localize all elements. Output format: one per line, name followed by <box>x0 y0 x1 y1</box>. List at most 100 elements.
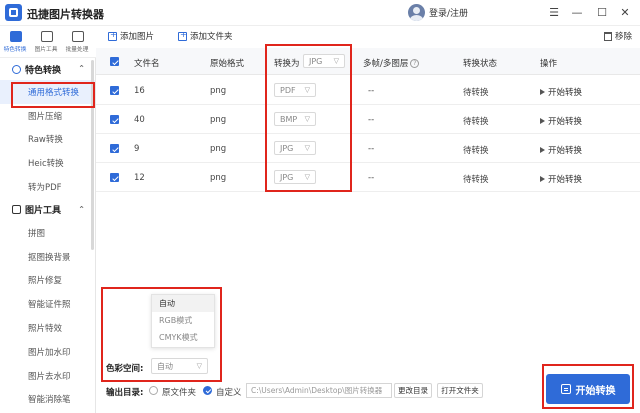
sidebar-item-add-watermark[interactable]: 图片加水印 <box>0 340 95 364</box>
play-icon <box>540 89 545 95</box>
header-status: 转换状态 <box>463 59 498 69</box>
rail-item-batch[interactable]: 批量处理 <box>62 26 93 58</box>
sidebar-item-heic[interactable]: Heic转换 <box>0 151 95 175</box>
header-multi-frame: 多帧/多图层? <box>363 57 420 69</box>
table-row[interactable]: 16 png PDF ▽ -- 待转换 开始转换 <box>96 76 640 105</box>
row-checkbox[interactable] <box>110 144 119 153</box>
section-label: 图片工具 <box>25 206 62 217</box>
tools-icon <box>12 205 21 215</box>
table-row[interactable]: 40 png BMP ▽ -- 待转换 开始转换 <box>96 105 640 134</box>
sidebar-item-effects[interactable]: 照片特效 <box>0 316 95 340</box>
row-filename: 40 <box>134 115 145 125</box>
header-filename[interactable]: 文件名 <box>134 57 160 69</box>
login-area[interactable]: 登录/注册 <box>408 4 468 21</box>
menu-icon[interactable]: ☰ <box>545 4 563 21</box>
sidebar-item-collage[interactable]: 拼图 <box>0 221 95 245</box>
app-logo-icon <box>5 4 22 21</box>
header-action: 操作 <box>540 59 558 69</box>
row-checkbox[interactable] <box>110 173 119 182</box>
rail-label: 特色转换 <box>4 46 27 53</box>
sidebar-item-pdf[interactable]: 转为PDF <box>0 175 95 199</box>
output-path-input[interactable]: C:\Users\Admin\Desktop\图片转换器 <box>246 383 392 398</box>
highlight-box-start-button <box>542 364 634 409</box>
rail-item-tools[interactable]: 图片工具 <box>31 26 62 58</box>
multi-frame-label: 多帧/多图层 <box>363 59 409 69</box>
header-orig-format: 原始格式 <box>210 59 245 69</box>
sidebar-section-tools[interactable]: 图片工具 ⌃ <box>0 199 95 221</box>
trash-icon <box>604 31 612 41</box>
remove-label: 移除 <box>615 32 633 42</box>
section-label: 特色转换 <box>25 65 62 76</box>
sidebar-item-raw[interactable]: Raw转换 <box>0 128 95 152</box>
sidebar-item-id-photo[interactable]: 智能证件照 <box>0 292 95 316</box>
batch-icon <box>71 31 84 42</box>
row-start-button[interactable]: 开始转换 <box>540 144 582 156</box>
row-start-label: 开始转换 <box>548 146 583 156</box>
sidebar-item-eraser[interactable]: 智能消除笔 <box>0 388 95 412</box>
change-dir-button[interactable]: 更改目录 <box>394 383 432 398</box>
featured-icon <box>12 64 21 74</box>
rail-item-featured[interactable]: 特色转换 <box>0 26 31 58</box>
row-status: 待转换 <box>463 146 489 156</box>
open-folder-button[interactable]: 打开文件夹 <box>437 383 483 398</box>
minimize-icon[interactable]: — <box>568 4 586 21</box>
add-folder-label: 添加文件夹 <box>190 32 233 42</box>
image-icon <box>40 31 53 42</box>
layers-icon <box>9 31 22 42</box>
row-checkbox[interactable] <box>110 86 119 95</box>
row-start-label: 开始转换 <box>548 117 583 127</box>
row-status: 待转换 <box>463 88 489 98</box>
row-frames: -- <box>368 86 375 96</box>
rail-label: 批量处理 <box>66 46 89 53</box>
toolbar: 添加图片 添加文件夹 移除 <box>96 26 640 46</box>
remove-button[interactable]: 移除 <box>604 30 632 42</box>
row-format: png <box>210 173 227 183</box>
avatar[interactable] <box>408 4 425 21</box>
row-status: 待转换 <box>463 117 489 127</box>
row-start-label: 开始转换 <box>548 88 583 98</box>
play-icon <box>540 176 545 182</box>
row-filename: 12 <box>134 173 145 183</box>
table-row[interactable]: 9 png JPG ▽ -- 待转换 开始转换 <box>96 134 640 163</box>
maximize-icon[interactable]: ☐ <box>593 4 611 21</box>
row-start-button[interactable]: 开始转换 <box>540 115 582 127</box>
add-folder-button[interactable]: 添加文件夹 <box>178 30 233 42</box>
select-all-checkbox[interactable] <box>110 57 119 66</box>
sidebar-item-repair[interactable]: 照片修复 <box>0 269 95 293</box>
table-header: 文件名 原始格式 转换为 JPG ▽ 多帧/多图层? 转换状态 操作 <box>96 48 640 75</box>
table-row[interactable]: 12 png JPG ▽ -- 待转换 开始转换 <box>96 163 640 192</box>
row-start-button[interactable]: 开始转换 <box>540 173 582 185</box>
row-start-label: 开始转换 <box>548 175 583 185</box>
sidebar: 特色转换 ⌃ 通用格式转换 图片压缩 Raw转换 Heic转换 转为PDF 图片… <box>0 58 96 413</box>
app-title: 迅捷图片转换器 <box>27 8 104 21</box>
help-icon[interactable]: ? <box>410 59 420 68</box>
title-bar: 迅捷图片转换器 登录/注册 ☰ — ☐ ✕ <box>0 0 640 26</box>
close-icon[interactable]: ✕ <box>616 4 634 21</box>
row-frames: -- <box>368 173 375 183</box>
chevron-up-icon[interactable]: ⌃ <box>78 205 85 214</box>
sidebar-section-featured[interactable]: 特色转换 ⌃ <box>0 58 95 80</box>
radio-source-folder[interactable] <box>149 386 158 395</box>
sidebar-item-remove-watermark[interactable]: 图片去水印 <box>0 364 95 388</box>
add-image-icon <box>108 30 117 41</box>
row-start-button[interactable]: 开始转换 <box>540 86 582 98</box>
category-rail: 特色转换 图片工具 批量处理 <box>0 26 96 58</box>
play-icon <box>540 118 545 124</box>
highlight-box-color-space <box>101 287 222 382</box>
add-image-button[interactable]: 添加图片 <box>108 30 154 42</box>
chevron-up-icon[interactable]: ⌃ <box>78 64 85 73</box>
login-link[interactable]: 登录/注册 <box>429 6 468 19</box>
sidebar-item-cutout[interactable]: 抠图换背景 <box>0 245 95 269</box>
row-checkbox[interactable] <box>110 115 119 124</box>
highlight-box-sidebar <box>11 82 95 108</box>
add-image-label: 添加图片 <box>120 32 155 42</box>
row-filename: 9 <box>134 144 140 154</box>
radio-custom-folder[interactable] <box>203 386 212 395</box>
add-folder-icon <box>178 30 187 41</box>
row-filename: 16 <box>134 86 145 96</box>
row-format: png <box>210 115 227 125</box>
row-frames: -- <box>368 115 375 125</box>
play-icon <box>540 147 545 153</box>
rail-label: 图片工具 <box>35 46 58 53</box>
radio-source-label: 原文件夹 <box>162 388 197 398</box>
